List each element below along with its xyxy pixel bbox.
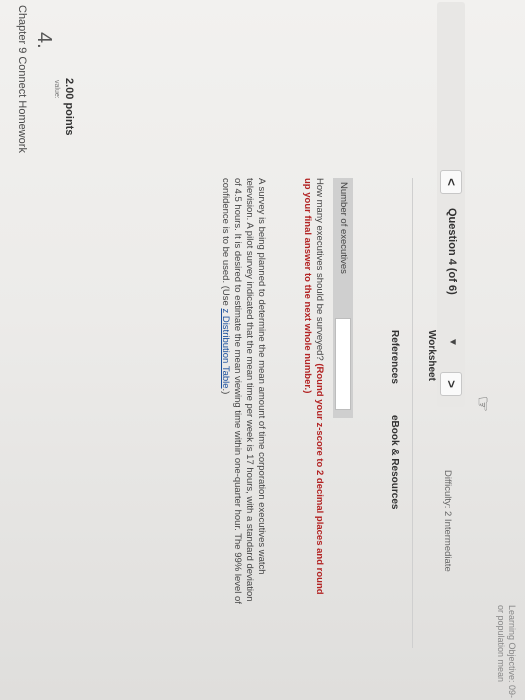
- chapter-title: Chapter 9 Connect Homework: [16, 5, 28, 153]
- learning-objective: Learning Objective: 09- or population me…: [495, 605, 517, 700]
- question-number: 4.: [33, 32, 55, 49]
- executives-answer-input[interactable]: [335, 318, 351, 410]
- points-value: 2.00 points: [63, 78, 75, 136]
- question-position-label[interactable]: Question 4 (of 6): [446, 208, 458, 295]
- tab-references[interactable]: References: [389, 330, 400, 384]
- z-table-link[interactable]: z Distribution Table: [220, 308, 231, 388]
- problem-statement: A survey is being planned to determine t…: [219, 178, 267, 608]
- answer-label: Number of executives: [338, 182, 349, 274]
- tab-ebook-resources[interactable]: eBook & Resources: [389, 415, 400, 509]
- question-text: How many executives should be surveyed?: [314, 178, 325, 361]
- learning-objective-line-2: or population mean: [496, 605, 506, 683]
- answer-row: Number of executives: [333, 178, 353, 418]
- question-navigation-bar: < Question 4 (of 6) ▼ >: [437, 2, 465, 407]
- value-label: value:: [53, 80, 60, 99]
- homework-page: Chapter 9 Connect Homework 4. value: 2.0…: [0, 0, 525, 700]
- chevron-down-icon[interactable]: ▼: [447, 337, 458, 347]
- difficulty-label: Difficulty: 2 Intermediate: [442, 470, 453, 572]
- problem-text-end: .): [220, 388, 231, 395]
- pointer-hand-icon: ☞: [473, 395, 493, 413]
- question-prompt: How many executives should be surveyed? …: [301, 178, 325, 608]
- previous-question-button[interactable]: <: [440, 170, 462, 194]
- tabs-divider: [412, 178, 413, 648]
- worksheet-link[interactable]: Worksheet: [426, 330, 437, 381]
- learning-objective-line-1: Learning Objective: 09-: [507, 605, 517, 699]
- next-question-button[interactable]: >: [440, 372, 462, 396]
